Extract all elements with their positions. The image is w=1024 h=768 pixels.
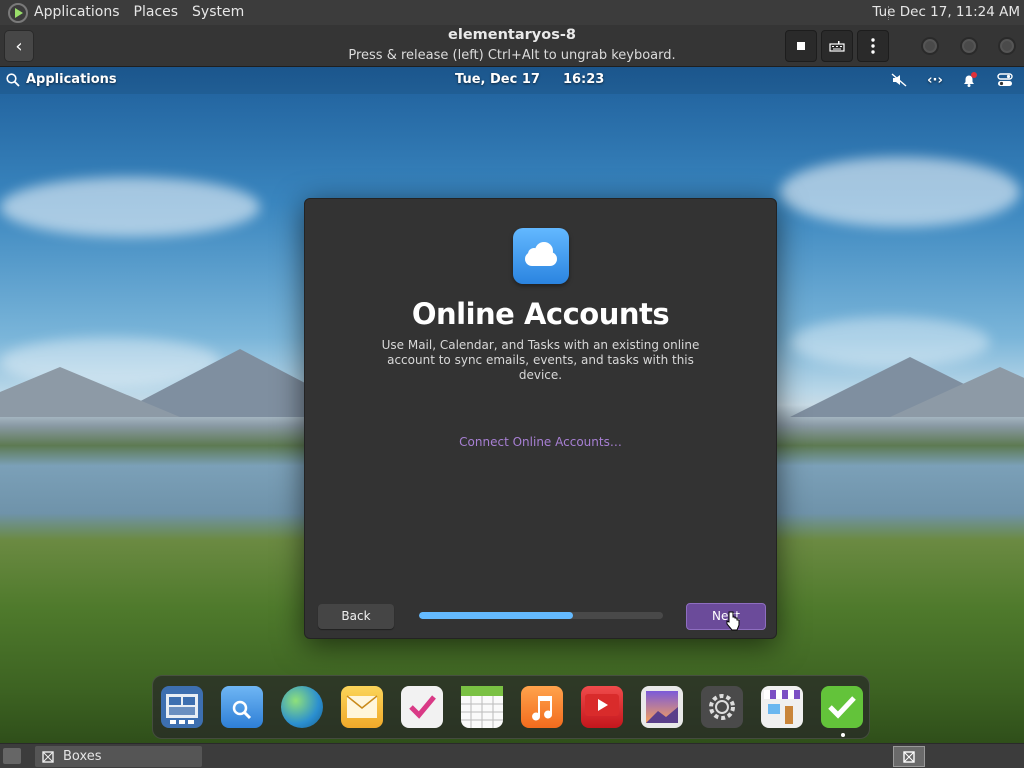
host-clock[interactable]: Tue Dec 17, 11:24 AM [872,0,1020,25]
onboarding-icon[interactable] [821,686,863,728]
muted-speaker-icon[interactable] [890,72,908,88]
taskbar-item-boxes[interactable]: Boxes [35,746,202,767]
host-bottom-taskbar: Boxes [0,743,1024,768]
system-settings-gear-icon[interactable] [701,686,743,728]
guest-top-panel: Applications Tue, Dec 17 16:23 ‹·› [0,67,1024,94]
web-browser-icon[interactable] [281,686,323,728]
workspace-switcher[interactable] [893,746,925,767]
cloud [780,157,1020,227]
guest-time: 16:23 [562,72,605,87]
close-icon[interactable] [998,37,1016,55]
mate-logo-icon[interactable] [8,2,28,23]
guest-date: Tue, Dec 17 [455,72,540,87]
calendar-icon[interactable] [461,686,503,728]
system-settings-icon[interactable] [996,72,1014,88]
boxes-header-bar: ‹ elementaryos-8 Press & release (left) … [0,25,1024,67]
stop-button[interactable] [785,30,817,62]
cloud-icon [513,228,569,284]
mountain [0,367,180,417]
notifications-icon[interactable] [960,72,978,88]
network-icon[interactable]: ‹·› [924,72,946,88]
applications-label: Applications [26,72,117,87]
back-button[interactable]: Back [318,604,394,629]
running-indicator [841,733,845,737]
date-time-indicator[interactable]: Tue, Dec 17 16:23 [455,72,604,87]
kebab-menu-icon [871,38,875,54]
mail-icon[interactable] [341,686,383,728]
maximize-icon[interactable] [960,37,978,55]
kebab-menu-button[interactable] [857,30,889,62]
applications-menu[interactable]: Applications [6,72,117,87]
videos-icon[interactable] [581,686,623,728]
taskbar-item-label: Boxes [63,749,102,764]
minimize-icon[interactable] [921,37,939,55]
progress-fill [419,612,573,619]
onboarding-progress-bar [419,612,663,619]
search-icon [6,72,20,87]
host-menu-places[interactable]: Places [134,0,187,25]
keyboard-button[interactable] [821,30,853,62]
host-menu-applications[interactable]: Applications [34,0,128,25]
mouse-pointer-icon [726,611,740,631]
mountain [890,367,1024,417]
host-menu-system[interactable]: System [192,0,252,25]
music-icon[interactable] [521,686,563,728]
dialog-description: Use Mail, Calendar, and Tasks with an ex… [381,338,700,382]
tasks-icon[interactable] [401,686,443,728]
stop-icon [797,42,805,50]
boxes-app-icon [42,750,54,763]
multitasking-view-icon[interactable] [161,686,203,728]
show-desktop-icon[interactable] [3,748,21,764]
workspace-icon [903,750,915,763]
cloud [0,177,260,237]
online-accounts-dialog: Online Accounts Use Mail, Calendar, and … [304,198,777,639]
files-icon[interactable] [221,686,263,728]
connect-online-accounts-link[interactable]: Connect Online Accounts… [305,435,776,449]
dock [152,675,870,739]
host-top-panel: Applications Places System Tue Dec 17, 1… [0,0,1024,25]
appcenter-icon[interactable] [761,686,803,728]
keyboard-icon [829,41,845,52]
dialog-heading: Online Accounts [411,297,670,331]
photos-icon[interactable] [641,686,683,728]
guest-display[interactable]: Applications Tue, Dec 17 16:23 ‹·› Onlin… [0,67,1024,743]
